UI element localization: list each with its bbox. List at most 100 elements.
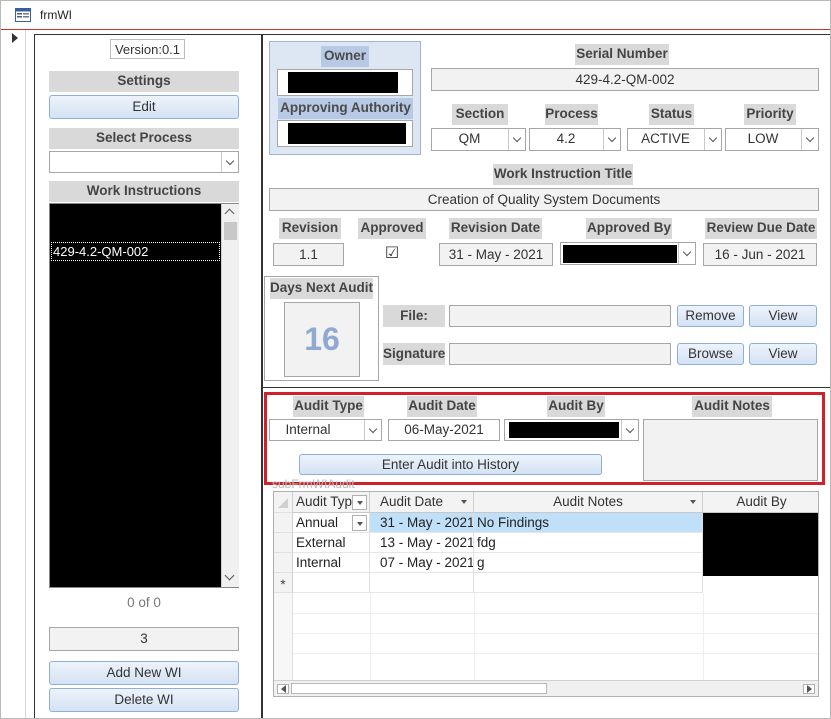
settings-header: Settings bbox=[49, 71, 239, 92]
revision-date-field[interactable]: 31 - May - 2021 bbox=[439, 243, 553, 266]
column-header-label: Audit Typ bbox=[296, 494, 353, 509]
subform-caption: subFrmWIAudit bbox=[272, 477, 355, 491]
audit-by-cells[interactable] bbox=[703, 513, 818, 576]
table-cell-notes[interactable]: fdg bbox=[474, 533, 703, 553]
remove-button[interactable]: Remove bbox=[677, 305, 744, 327]
table-cell-date[interactable]: 13 - May - 2021 bbox=[370, 533, 474, 553]
table-cell-new[interactable] bbox=[370, 573, 474, 593]
status-dropdown[interactable]: ACTIVE bbox=[627, 128, 722, 151]
chevron-down-icon[interactable] bbox=[801, 129, 818, 150]
work-instructions-list[interactable]: 429-4.2-QM-002 bbox=[49, 203, 239, 588]
sort-chevron-icon[interactable] bbox=[461, 500, 467, 504]
list-scrollbar[interactable] bbox=[221, 204, 239, 587]
table-cell-type[interactable]: External bbox=[293, 533, 370, 553]
sort-chevron-icon[interactable] bbox=[690, 500, 696, 504]
browse-button[interactable]: Browse bbox=[677, 343, 744, 365]
scroll-right-icon[interactable] bbox=[803, 684, 815, 694]
section-label: Section bbox=[452, 104, 508, 125]
chevron-down-icon[interactable] bbox=[678, 243, 695, 264]
audit-type-dropdown[interactable]: Internal bbox=[269, 419, 382, 441]
chevron-down-icon[interactable] bbox=[352, 515, 367, 531]
owner-field[interactable] bbox=[277, 69, 413, 96]
table-cell-new[interactable] bbox=[474, 573, 703, 593]
chevron-down-icon[interactable] bbox=[221, 152, 238, 172]
approved-label: Approved bbox=[358, 218, 426, 239]
form-icon bbox=[15, 8, 31, 22]
scroll-thumb[interactable] bbox=[291, 683, 547, 694]
view-file-button[interactable]: View bbox=[749, 305, 817, 327]
column-header-audit-notes[interactable]: Audit Notes bbox=[474, 492, 703, 513]
wi-title-field[interactable]: Creation of Quality System Documents bbox=[269, 188, 819, 211]
window-title: frmWI bbox=[40, 8, 72, 22]
grid-line bbox=[370, 593, 371, 681]
chevron-down-icon[interactable] bbox=[603, 129, 620, 150]
section-dropdown[interactable]: QM bbox=[431, 128, 526, 151]
row-selector[interactable] bbox=[274, 553, 293, 573]
file-label: File: bbox=[383, 305, 445, 327]
priority-dropdown[interactable]: LOW bbox=[725, 128, 819, 151]
column-header-label: Audit Notes bbox=[553, 494, 623, 509]
file-field[interactable] bbox=[449, 305, 671, 327]
table-cell-type[interactable]: Internal bbox=[293, 553, 370, 573]
column-header-label: Audit Date bbox=[380, 494, 444, 509]
work-instructions-header: Work Instructions bbox=[49, 181, 239, 202]
audit-date-field[interactable]: 06-May-2021 bbox=[388, 419, 500, 441]
row-selector[interactable] bbox=[274, 533, 293, 553]
table-cell-notes[interactable]: No Findings bbox=[474, 513, 703, 533]
scroll-thumb[interactable] bbox=[224, 222, 237, 240]
signature-field[interactable] bbox=[449, 343, 671, 365]
grid-line bbox=[703, 593, 704, 681]
row-selector-empty bbox=[274, 593, 293, 681]
table-cell-date[interactable]: 07 - May - 2021 bbox=[370, 553, 474, 573]
audit-type-label: Audit Type bbox=[293, 396, 364, 417]
delete-wi-button[interactable]: Delete WI bbox=[49, 688, 239, 712]
serial-number-field[interactable]: 429-4.2-QM-002 bbox=[431, 68, 819, 91]
edit-button[interactable]: Edit bbox=[49, 95, 239, 119]
wi-title-label: Work Instruction Title bbox=[493, 164, 633, 185]
record-selector-strip bbox=[0, 30, 26, 719]
audit-date-label: Audit Date bbox=[407, 396, 477, 417]
chevron-down-icon[interactable] bbox=[352, 495, 367, 510]
list-item[interactable]: 429-4.2-QM-002 bbox=[51, 242, 220, 261]
record-selector-arrow-icon[interactable] bbox=[12, 33, 18, 43]
enter-audit-button[interactable]: Enter Audit into History bbox=[299, 454, 602, 475]
revision-field[interactable]: 1.1 bbox=[273, 243, 344, 266]
grid-line bbox=[474, 593, 475, 681]
chevron-down-icon[interactable] bbox=[364, 420, 381, 440]
section-divider bbox=[262, 387, 831, 388]
row-selector[interactable] bbox=[274, 513, 293, 533]
chevron-down-icon[interactable] bbox=[508, 129, 525, 150]
audit-notes-field[interactable] bbox=[643, 419, 818, 481]
process-dropdown[interactable]: 4.2 bbox=[529, 128, 621, 151]
signature-label: Signature bbox=[383, 343, 445, 365]
audit-history-grid: Audit Typ Audit Date Audit Notes Audit B… bbox=[273, 491, 819, 697]
chevron-down-icon[interactable] bbox=[621, 420, 638, 440]
audit-by-dropdown[interactable] bbox=[504, 419, 639, 441]
horizontal-scrollbar[interactable] bbox=[274, 680, 818, 696]
title-bar bbox=[0, 0, 831, 30]
view-signature-button[interactable]: View bbox=[749, 343, 817, 365]
scroll-left-icon[interactable] bbox=[277, 684, 289, 694]
column-header-audit-date[interactable]: Audit Date bbox=[370, 492, 474, 513]
chevron-down-icon[interactable] bbox=[704, 129, 721, 150]
table-cell-date[interactable]: 31 - May - 2021 bbox=[370, 513, 474, 533]
add-new-wi-button[interactable]: Add New WI bbox=[49, 661, 239, 685]
approving-authority-field[interactable] bbox=[277, 120, 413, 147]
audit-by-label: Audit By bbox=[547, 396, 605, 417]
grid-line bbox=[293, 633, 818, 634]
new-row-marker[interactable]: * bbox=[274, 573, 293, 593]
scroll-down-icon[interactable] bbox=[224, 570, 235, 581]
approved-by-dropdown[interactable] bbox=[560, 242, 696, 265]
checkbox-checked-icon[interactable]: ☑ bbox=[384, 245, 400, 263]
revision-label: Revision bbox=[279, 218, 341, 239]
table-cell-new[interactable] bbox=[293, 573, 370, 593]
record-counter: 0 of 0 bbox=[127, 595, 161, 610]
select-all-corner[interactable] bbox=[274, 492, 293, 513]
review-due-field[interactable]: 16 - Jun - 2021 bbox=[703, 243, 817, 266]
scroll-up-icon[interactable] bbox=[224, 208, 235, 219]
section-value: QM bbox=[458, 131, 481, 146]
column-header-audit-by[interactable]: Audit By bbox=[703, 492, 818, 513]
count-field: 3 bbox=[49, 627, 239, 651]
table-cell-notes[interactable]: g bbox=[474, 553, 703, 573]
select-process-dropdown[interactable] bbox=[49, 151, 239, 173]
